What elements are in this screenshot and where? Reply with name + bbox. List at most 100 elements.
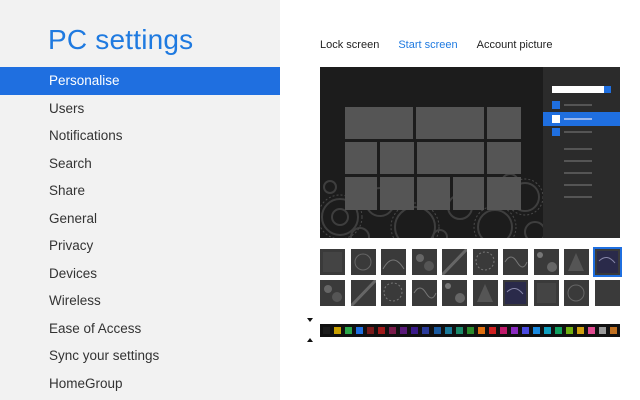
tab-lock-screen[interactable]: Lock screen — [320, 39, 379, 51]
color-swatch[interactable] — [400, 327, 408, 334]
palette-marker-top — [307, 318, 313, 322]
color-swatch[interactable] — [510, 327, 518, 334]
pattern-preview-icon — [505, 282, 526, 304]
background-pattern-option[interactable] — [320, 249, 345, 275]
preview-list-row — [552, 169, 612, 177]
color-swatch[interactable] — [544, 327, 551, 334]
tab-account-picture[interactable]: Account picture — [477, 39, 553, 51]
pattern-preview-icon — [445, 283, 465, 303]
color-swatch[interactable] — [378, 327, 386, 334]
color-swatch[interactable] — [532, 327, 540, 334]
background-pattern-option[interactable] — [411, 280, 437, 306]
pattern-preview-icon — [354, 253, 371, 271]
color-swatch[interactable] — [588, 327, 596, 334]
background-pattern-option[interactable] — [381, 249, 406, 275]
app-title: PC settings — [48, 24, 194, 55]
color-swatch[interactable] — [334, 327, 342, 334]
background-pattern-option[interactable] — [594, 280, 620, 306]
color-swatch[interactable] — [389, 327, 397, 334]
background-pattern-option[interactable] — [350, 280, 376, 306]
nav-item-search[interactable]: Search — [0, 150, 280, 178]
background-pattern-selected[interactable] — [592, 247, 622, 277]
nav-item-users[interactable]: Users — [0, 95, 280, 123]
pattern-preview-icon — [442, 249, 467, 275]
nav-item-sync-settings[interactable]: Sync your settings — [0, 342, 280, 370]
nav-item-general[interactable]: General — [0, 205, 280, 233]
nav-item-privacy[interactable]: Privacy — [0, 232, 280, 260]
background-pattern-option[interactable] — [564, 249, 589, 275]
color-swatch[interactable] — [433, 327, 441, 334]
color-swatch[interactable] — [411, 327, 419, 334]
color-swatch[interactable] — [521, 327, 529, 334]
tile — [380, 177, 414, 210]
background-pattern-option[interactable] — [411, 249, 437, 275]
color-swatch[interactable] — [599, 327, 607, 334]
color-swatch[interactable] — [466, 327, 474, 334]
nav-item-devices[interactable]: Devices — [0, 260, 280, 288]
color-swatch[interactable] — [422, 327, 430, 334]
nav-item-notifications[interactable]: Notifications — [0, 122, 280, 150]
nav-item-ease-of-access[interactable]: Ease of Access — [0, 315, 280, 343]
color-swatch[interactable] — [356, 327, 364, 334]
tile — [380, 142, 414, 174]
palette-marker-bottom — [307, 338, 313, 342]
background-pattern-option[interactable] — [442, 280, 467, 306]
color-swatch[interactable] — [610, 327, 618, 334]
color-swatch[interactable] — [444, 327, 452, 334]
nav-list: Personalise Users Notifications Search S… — [0, 67, 280, 397]
background-pattern-option[interactable] — [533, 280, 559, 306]
sidebar: PC settings Personalise Users Notificati… — [0, 0, 280, 400]
color-swatch[interactable] — [499, 327, 507, 334]
background-pattern-option[interactable] — [533, 249, 559, 275]
tab-start-screen[interactable]: Start screen — [398, 39, 457, 51]
pattern-preview-icon — [415, 254, 434, 271]
nav-item-share[interactable]: Share — [0, 177, 280, 205]
background-pattern-option[interactable] — [503, 249, 528, 275]
background-pattern-option[interactable] — [564, 280, 589, 306]
pattern-preview-icon — [324, 285, 342, 302]
preview-list-row — [552, 101, 612, 109]
tile — [487, 177, 521, 210]
pattern-preview-icon — [536, 252, 557, 272]
color-swatch[interactable] — [488, 327, 496, 334]
start-screen-preview — [320, 67, 620, 238]
background-pattern-option[interactable] — [350, 249, 376, 275]
color-palette[interactable] — [320, 324, 620, 337]
color-swatch[interactable] — [555, 327, 563, 334]
background-pattern-option[interactable] — [320, 280, 345, 306]
tile — [453, 177, 484, 210]
nav-item-wireless[interactable]: Wireless — [0, 287, 280, 315]
nav-item-personalise[interactable]: Personalise — [0, 67, 280, 95]
pattern-preview-icon — [536, 283, 556, 303]
color-swatch[interactable] — [323, 327, 330, 334]
pattern-preview-icon — [596, 251, 618, 273]
preview-list-row — [552, 193, 612, 201]
pattern-preview-icon — [504, 256, 528, 268]
background-pattern-option[interactable] — [442, 249, 467, 275]
color-swatch[interactable] — [455, 327, 463, 334]
pattern-preview-icon — [350, 280, 376, 306]
background-pattern-option[interactable] — [503, 280, 528, 306]
color-swatch[interactable] — [367, 327, 375, 334]
background-pattern-option[interactable] — [472, 249, 498, 275]
color-swatch[interactable] — [566, 327, 574, 334]
background-pattern-option[interactable] — [381, 280, 406, 306]
pattern-preview-icon — [476, 284, 493, 302]
pattern-preview-icon — [382, 259, 405, 270]
tile — [416, 107, 484, 139]
tile — [345, 142, 377, 174]
tile — [487, 107, 521, 139]
pattern-preview-icon — [413, 287, 436, 299]
tile — [417, 177, 450, 210]
background-pattern-option[interactable] — [472, 280, 498, 306]
color-swatch[interactable] — [345, 327, 353, 334]
tile — [345, 107, 413, 139]
nav-item-homegroup[interactable]: HomeGroup — [0, 370, 280, 398]
color-swatch[interactable] — [477, 327, 485, 334]
preview-list-row — [552, 157, 612, 165]
preview-search-icon — [604, 86, 611, 93]
tile — [487, 142, 521, 174]
color-swatch[interactable] — [577, 327, 585, 334]
preview-list-row — [552, 181, 612, 189]
tile — [417, 142, 484, 174]
